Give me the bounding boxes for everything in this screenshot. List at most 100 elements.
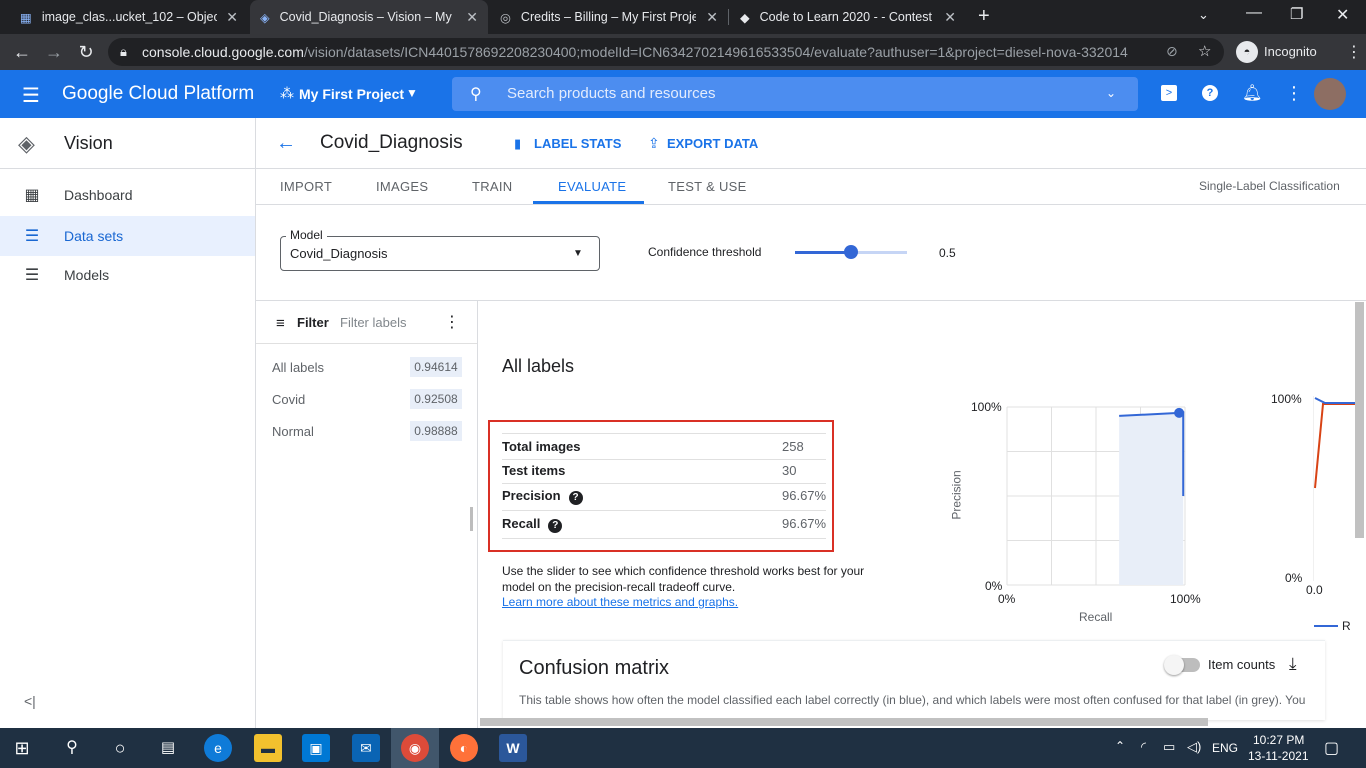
search-icon[interactable]: ⚲: [58, 734, 86, 762]
search-bar[interactable]: ⚲ Search products and resources ⌄: [452, 77, 1138, 111]
chrome-icon[interactable]: ◉: [401, 734, 429, 762]
threshold-slider[interactable]: [795, 245, 907, 259]
item-counts-label: Item counts: [1208, 657, 1276, 672]
model-select[interactable]: Covid_Diagnosis ▼: [280, 236, 600, 271]
stat-label: Test items: [502, 463, 566, 478]
reload-icon[interactable]: ↻: [74, 40, 98, 64]
learn-more-link[interactable]: Learn more about these metrics and graph…: [502, 595, 738, 609]
more-options-icon[interactable]: ⋮: [1285, 83, 1303, 104]
minimize-icon[interactable]: —: [1246, 4, 1262, 22]
forward-icon[interactable]: →: [42, 40, 66, 64]
filter-menu-icon[interactable]: ⋮: [444, 312, 460, 332]
firefox-icon[interactable]: ◐: [450, 734, 478, 762]
close-icon[interactable]: ✕: [226, 9, 238, 26]
tab-search-icon[interactable]: ⌄: [1198, 7, 1209, 23]
browser-tab-bar: ▦ image_clas...ucket_102 – Object c ✕ ◈ …: [0, 0, 1366, 34]
help-icon[interactable]: ?: [568, 491, 583, 505]
list-icon: ☰: [24, 228, 40, 245]
download-icon[interactable]: ⤓: [1289, 654, 1297, 674]
panel-resize-handle[interactable]: [470, 507, 473, 531]
roc-x-tick-left: 0.0: [1306, 583, 1323, 597]
slider-thumb[interactable]: [844, 245, 858, 259]
filter-labels-input[interactable]: Filter labels: [340, 315, 406, 330]
browser-tab[interactable]: ◆ Code to Learn 2020 - - Contest D ✕: [730, 0, 966, 34]
star-icon[interactable]: ☆: [1198, 42, 1211, 60]
vertical-scrollbar[interactable]: [1355, 302, 1364, 538]
cloud-shell-icon[interactable]: >: [1161, 85, 1177, 101]
eye-off-icon[interactable]: ⊘: [1166, 43, 1178, 60]
battery-icon[interactable]: ▭: [1163, 739, 1175, 755]
sidebar-item-label: Data sets: [64, 228, 124, 244]
action-center-icon[interactable]: ▢: [1324, 738, 1339, 758]
chevron-down-icon[interactable]: ▼: [406, 86, 418, 100]
tab-test-use[interactable]: TEST & USE: [668, 179, 747, 194]
tab-title: Credits – Billing – My First Projec: [520, 10, 696, 24]
sidebar-item-label: Dashboard: [64, 187, 133, 203]
window-close-icon[interactable]: ✕: [1336, 5, 1349, 25]
stat-label-wrap: Precision?: [502, 488, 583, 505]
tab-favicon-icon: ◎: [500, 10, 511, 25]
confusion-title: Confusion matrix: [519, 657, 670, 679]
browser-menu-icon[interactable]: ⋮: [1346, 42, 1362, 62]
label-row-name[interactable]: Covid: [272, 392, 305, 407]
volume-icon[interactable]: ◁): [1187, 739, 1201, 755]
hamburger-menu-icon[interactable]: ☰: [22, 83, 40, 108]
back-arrow-icon[interactable]: ←: [276, 132, 296, 155]
back-icon[interactable]: ←: [10, 40, 34, 64]
tab-evaluate[interactable]: EVALUATE: [558, 179, 626, 194]
item-counts-toggle[interactable]: [1164, 655, 1200, 675]
url-input[interactable]: 🔒︎ console.cloud.google.com/vision/datas…: [108, 38, 1224, 66]
file-explorer-icon[interactable]: ▬: [254, 734, 282, 762]
help-icon[interactable]: ?: [548, 519, 563, 533]
help-icon[interactable]: ?: [1202, 85, 1218, 101]
restore-icon[interactable]: ❐: [1290, 5, 1303, 23]
windows-start-icon[interactable]: ⊞: [8, 734, 36, 762]
bar-chart-icon: ▮: [514, 136, 522, 151]
expand-search-icon[interactable]: ⌄: [1106, 86, 1116, 100]
clock-date[interactable]: 13-11-2021: [1248, 749, 1309, 763]
tab-import[interactable]: IMPORT: [280, 179, 332, 194]
tab-train[interactable]: TRAIN: [472, 179, 513, 194]
cortana-icon[interactable]: ○: [106, 734, 134, 762]
browser-tab-active[interactable]: ◈ Covid_Diagnosis – Vision – My Fir ✕: [250, 0, 488, 34]
dropdown-arrow-icon: ▼: [573, 248, 583, 259]
browser-tab[interactable]: ◎ Credits – Billing – My First Projec ✕: [490, 0, 728, 34]
close-icon[interactable]: ✕: [466, 9, 478, 26]
address-bar-row: ← → ↻ 🔒︎ console.cloud.google.com/vision…: [0, 34, 1366, 70]
export-data-button[interactable]: EXPORT DATA: [667, 136, 758, 151]
wifi-icon[interactable]: ◜: [1141, 739, 1146, 755]
sidebar-item-datasets[interactable]: ☰ Data sets: [0, 216, 255, 256]
tab-title: Covid_Diagnosis – Vision – My Fir: [279, 10, 455, 24]
avatar[interactable]: [1314, 78, 1346, 110]
browser-tab[interactable]: ▦ image_clas...ucket_102 – Object c ✕: [10, 0, 248, 34]
clock-time[interactable]: 10:27 PM: [1253, 733, 1304, 747]
close-icon[interactable]: ✕: [944, 9, 956, 26]
sidebar-item-dashboard[interactable]: ▦ Dashboard: [0, 175, 255, 215]
close-icon[interactable]: ✕: [706, 9, 718, 26]
new-tab-icon[interactable]: +: [978, 5, 990, 28]
notifications-icon[interactable]: 🔔︎: [1242, 83, 1262, 103]
store-icon[interactable]: ▣: [302, 734, 330, 762]
brand-title[interactable]: Google Cloud Platform: [62, 83, 254, 105]
mail-icon[interactable]: ✉: [352, 734, 380, 762]
task-view-icon[interactable]: ▤: [154, 734, 182, 762]
language-indicator[interactable]: ENG: [1212, 741, 1238, 755]
edge-icon[interactable]: e: [204, 734, 232, 762]
collapse-sidebar-icon[interactable]: <|: [24, 693, 36, 709]
label-row-name[interactable]: All labels: [272, 360, 324, 375]
product-title: Vision: [64, 133, 113, 153]
label-stats-button[interactable]: LABEL STATS: [534, 136, 621, 151]
help-text: Use the slider to see which confidence t…: [502, 564, 865, 594]
word-icon[interactable]: W: [499, 734, 527, 762]
show-hidden-icons[interactable]: ⌃: [1115, 739, 1125, 753]
tab-images[interactable]: IMAGES: [376, 179, 428, 194]
list-icon: ☰: [24, 267, 40, 284]
label-row-name[interactable]: Normal: [272, 424, 314, 439]
divider: [256, 168, 1366, 169]
sidebar-item-models[interactable]: ☰ Models: [0, 255, 255, 295]
url-text: console.cloud.google.com/vision/datasets…: [142, 44, 1128, 60]
project-selector[interactable]: My First Project: [299, 86, 404, 102]
threshold-label: Confidence threshold: [648, 245, 762, 259]
horizontal-scrollbar[interactable]: [480, 718, 1208, 726]
search-input[interactable]: Search products and resources: [507, 85, 715, 102]
